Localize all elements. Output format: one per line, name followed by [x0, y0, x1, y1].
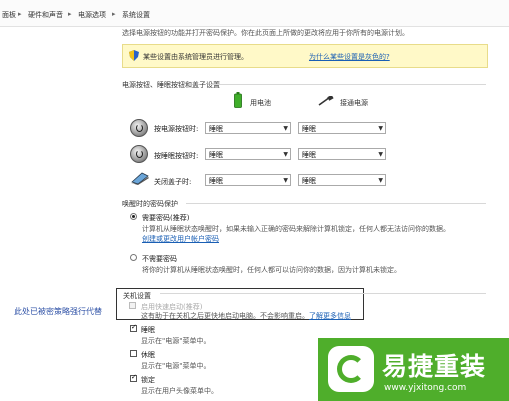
require-password-desc: 计算机从睡眠状态唤醒时，如果未输入正确的密码来解除计算机锁定，任何人都无法访问你… [142, 225, 450, 233]
lid-close-plugged-select[interactable]: 睡眠 ▼ [298, 174, 386, 186]
breadcrumb-separator-icon: ▸ [18, 10, 22, 18]
fast-startup-checkbox[interactable] [129, 302, 136, 309]
no-password-label[interactable]: 不需要密码 [142, 254, 177, 264]
battery-icon [234, 92, 242, 108]
policy-annotation: 此处已被密策略强行代替 [14, 307, 102, 316]
laptop-lid-icon [131, 172, 149, 185]
power-button-label: 按电源按钮时: [154, 125, 199, 133]
battery-column-header: 用电池 [250, 99, 271, 107]
learn-more-link[interactable]: 了解更多信息 [309, 311, 351, 321]
admin-notice-text: 某些设置由系统管理员进行管理。 [143, 53, 248, 61]
section-divider [160, 293, 486, 294]
plug-icon [318, 96, 334, 106]
chevron-down-icon: ▼ [378, 151, 383, 158]
sleep-button-icon [130, 145, 148, 163]
breadcrumb-item-system-settings: 系统设置 [122, 11, 150, 19]
shield-icon [129, 50, 139, 61]
wake-password-section-title: 唤醒时的密码保护 [122, 200, 178, 208]
chevron-down-icon: ▼ [378, 177, 383, 184]
section-divider [186, 203, 486, 204]
hibernate-menu-checkbox[interactable] [130, 350, 137, 357]
breadcrumb-separator-icon: ▸ [112, 10, 116, 18]
site-watermark: 易捷重装 www.yjxitong.com [318, 338, 509, 401]
breadcrumb-separator-icon: ▸ [68, 10, 72, 18]
power-button-plugged-select[interactable]: 睡眠 ▼ [298, 122, 386, 134]
power-button-icon [130, 119, 148, 137]
require-password-radio[interactable] [130, 213, 137, 220]
select-value: 睡眠 [302, 125, 316, 133]
sleep-menu-checkbox[interactable] [130, 323, 137, 332]
refresh-logo-icon [328, 346, 374, 392]
select-value: 睡眠 [209, 177, 223, 185]
sleep-menu-desc: 显示在"电源"菜单中。 [141, 337, 211, 345]
chevron-down-icon: ▼ [283, 177, 288, 184]
power-button-battery-select[interactable]: 睡眠 ▼ [205, 122, 291, 134]
breadcrumb-item-hardware-sound[interactable]: 硬件和声音 [28, 10, 63, 20]
require-password-label[interactable]: 需要密码(推荐) [142, 213, 189, 223]
lid-close-label: 关闭盖子时: [154, 178, 192, 186]
hibernate-menu-label: 休眠 [141, 351, 155, 359]
plugged-in-column-header: 接通电源 [340, 99, 368, 107]
no-password-desc: 将你的计算机从睡眠状态唤醒时，任何人都可以访问你的数据，因为计算机未锁定。 [142, 266, 401, 274]
fast-startup-desc: 这有助于在关机之后更快地启动电脑。不会影响重启。 [141, 312, 309, 320]
power-buttons-section-title: 电源按钮、睡眠按钮和盖子设置 [122, 81, 220, 89]
select-value: 睡眠 [209, 151, 223, 159]
intro-text: 选择电源按钮的功能并打开密码保护。你在此页面上所做的更改将应用于你所有的电源计划… [122, 29, 409, 37]
chevron-down-icon: ▼ [378, 125, 383, 132]
select-value: 睡眠 [302, 151, 316, 159]
watermark-url: www.yjxitong.com [384, 383, 467, 393]
chevron-down-icon: ▼ [283, 125, 288, 132]
shutdown-section-title: 关机设置 [123, 292, 151, 300]
no-password-radio[interactable] [130, 254, 137, 261]
sleep-button-label: 按睡眠按钮时: [154, 152, 199, 160]
lock-menu-desc: 显示在用户头像菜单中。 [141, 387, 218, 395]
select-value: 睡眠 [209, 125, 223, 133]
create-password-link[interactable]: 创建或更改用户帐户密码 [142, 234, 219, 244]
lock-menu-checkbox[interactable] [130, 373, 137, 382]
watermark-name: 易捷重装 [382, 352, 487, 381]
why-greyed-link[interactable]: 为什么某些设置是灰色的? [309, 52, 390, 62]
sleep-button-plugged-select[interactable]: 睡眠 ▼ [298, 148, 386, 160]
sleep-button-battery-select[interactable]: 睡眠 ▼ [205, 148, 291, 160]
chevron-down-icon: ▼ [283, 151, 288, 158]
breadcrumb-item-panel[interactable]: 面板 [2, 10, 16, 20]
lid-close-battery-select[interactable]: 睡眠 ▼ [205, 174, 291, 186]
breadcrumb: 面板 ▸ 硬件和声音 ▸ 电源选项 ▸ 系统设置 [0, 0, 509, 27]
admin-notice: 某些设置由系统管理员进行管理。 为什么某些设置是灰色的? [122, 44, 488, 68]
lock-menu-label: 锁定 [141, 376, 155, 384]
select-value: 睡眠 [302, 177, 316, 185]
section-divider [210, 84, 486, 85]
hibernate-menu-desc: 显示在"电源"菜单中。 [141, 362, 211, 370]
breadcrumb-item-power-options[interactable]: 电源选项 [78, 10, 106, 20]
sleep-menu-label: 睡眠 [141, 326, 155, 334]
